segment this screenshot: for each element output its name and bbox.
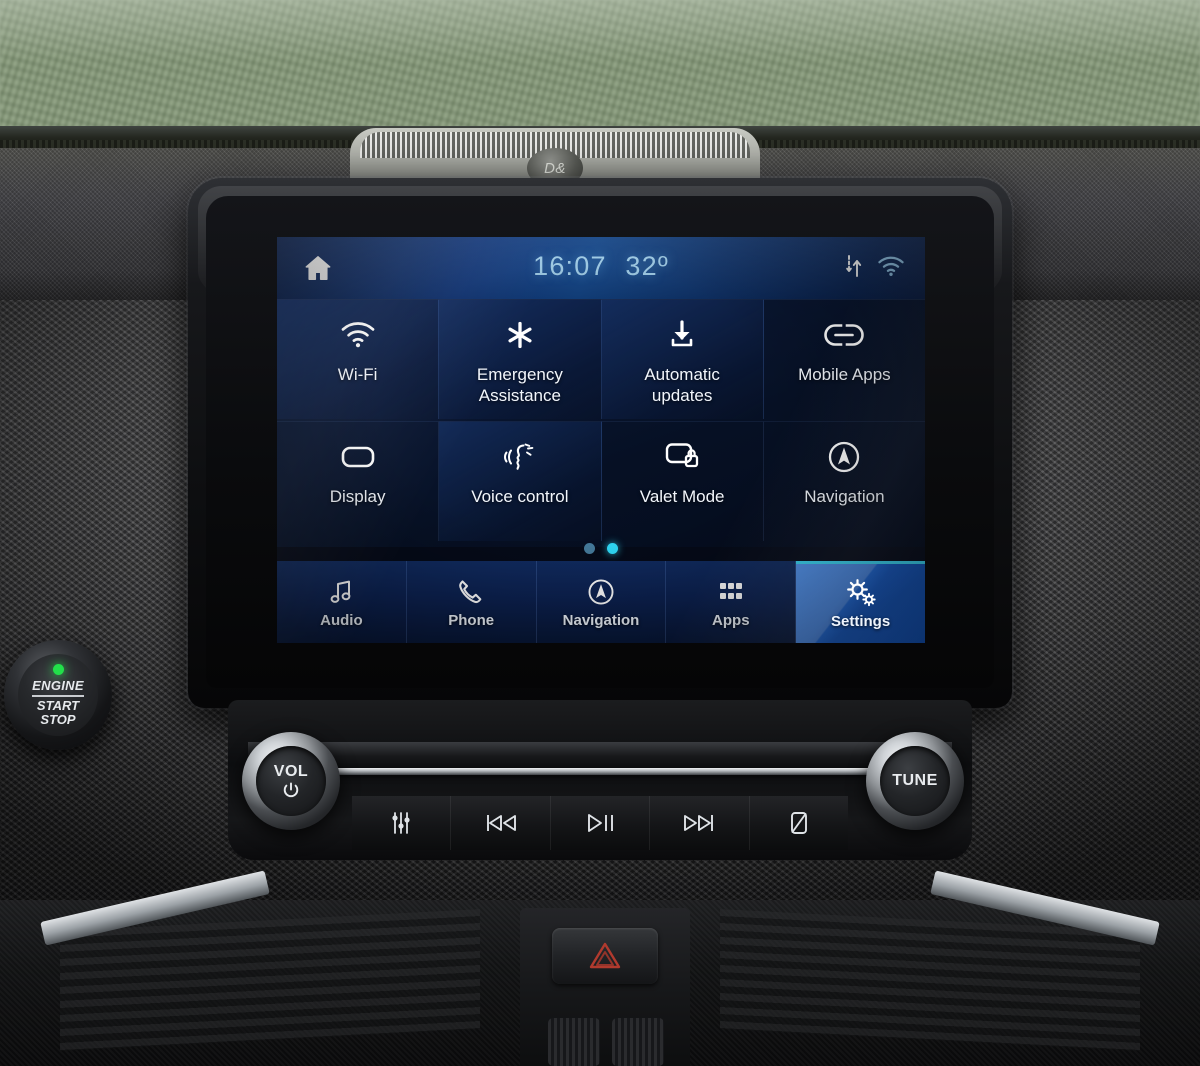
tune-knob[interactable]: TUNE: [866, 732, 964, 830]
music-note-icon: [329, 576, 353, 608]
settings-row-1: Wi-Fi Emergency Assistance Automatic upd…: [277, 299, 925, 419]
engine-start-label: START: [36, 697, 80, 713]
nav-item-label: Navigation: [562, 611, 640, 629]
hazard-warning-button[interactable]: [552, 928, 658, 984]
volume-knob-label: VOL: [273, 763, 309, 780]
home-icon[interactable]: [303, 253, 333, 283]
nav-item-label: Settings: [830, 613, 891, 630]
engine-start-stop-button[interactable]: ENGINE START STOP: [4, 640, 112, 750]
power-icon: [283, 782, 299, 798]
settings-tile-label: Valet Mode: [639, 487, 725, 506]
equalizer-icon: [392, 812, 410, 834]
settings-row-2: Display Voice control Valet Mode Navigat…: [277, 421, 925, 541]
nav-item-label: Phone: [448, 611, 495, 629]
nav-item-navigation[interactable]: Navigation: [536, 561, 667, 643]
nav-item-phone[interactable]: Phone: [406, 561, 537, 643]
grid-icon: [718, 576, 744, 608]
next-track-button[interactable]: [650, 796, 750, 850]
play-pause-button[interactable]: [550, 796, 651, 850]
settings-tile-grid: Wi-Fi Emergency Assistance Automatic upd…: [277, 299, 925, 547]
skip-forward-icon: [684, 815, 714, 831]
wifi-icon: [340, 314, 376, 356]
engine-status-led: [52, 663, 64, 675]
star-of-life-icon: [504, 314, 536, 356]
console-chrome-strip: [248, 768, 952, 775]
settings-tile-voice-control[interactable]: Voice control: [439, 421, 602, 541]
screen-off-button[interactable]: [749, 796, 849, 850]
media-button-row: [352, 796, 849, 850]
engine-label: ENGINE: [32, 677, 84, 693]
settings-tile-label: Voice control: [471, 487, 569, 506]
status-bar: 16:07 32º: [277, 237, 925, 299]
console-gloss-band: [248, 742, 952, 768]
settings-tile-label: Navigation: [804, 487, 885, 506]
infotainment-screen[interactable]: 16:07 32º Wi-Fi Emergency Assistance Aut…: [277, 237, 925, 643]
wifi-icon: [877, 255, 905, 282]
data-transfer-icon: [843, 253, 863, 284]
hazard-triangle-icon: [589, 942, 621, 969]
previous-track-button[interactable]: [451, 796, 551, 850]
page-indicator: [277, 537, 925, 559]
windscreen-haze: [0, 0, 1200, 60]
tune-knob-face: TUNE: [880, 746, 950, 816]
lower-vent-right: [720, 908, 1140, 1052]
settings-tile-label: Emergency Assistance: [476, 365, 563, 405]
status-icons: [843, 253, 905, 284]
bottom-nav-bar: Audio Phone Navigation Apps Settings: [277, 561, 925, 643]
page-dot-1[interactable]: [584, 542, 595, 554]
clock-temperature: 16:07 32º: [277, 251, 925, 282]
skip-back-icon: [486, 815, 516, 831]
settings-tile-navigation[interactable]: Navigation: [763, 421, 925, 541]
settings-tile-display[interactable]: Display: [277, 421, 440, 541]
link-icon: [823, 314, 865, 356]
console-switch-right[interactable]: [612, 1018, 664, 1066]
lower-vent-left: [60, 908, 480, 1052]
voice-icon: [503, 436, 537, 478]
engine-stop-label: STOP: [40, 711, 76, 727]
settings-tile-mobile-apps[interactable]: Mobile Apps: [763, 299, 925, 419]
nav-item-label: Apps: [712, 611, 750, 629]
phone-icon: [458, 576, 484, 608]
play-pause-icon: [588, 814, 613, 832]
gears-icon: [845, 577, 877, 609]
temperature-value: 32º: [625, 251, 669, 281]
compass-arrow-icon: [827, 436, 861, 478]
nav-item-label: Audio: [320, 611, 363, 629]
engine-divider: [32, 694, 84, 697]
page-dot-2[interactable]: [607, 542, 618, 554]
nav-item-apps[interactable]: Apps: [666, 561, 797, 643]
screen-off-icon: [790, 812, 807, 834]
console-switch-left[interactable]: [548, 1018, 600, 1066]
settings-tile-emergency-assistance[interactable]: Emergency Assistance: [439, 299, 602, 419]
settings-tile-label: Display: [329, 487, 386, 506]
settings-tile-automatic-updates[interactable]: Automatic updates: [601, 299, 764, 419]
nav-item-settings[interactable]: Settings: [796, 561, 925, 643]
settings-tile-valet-mode[interactable]: Valet Mode: [601, 421, 764, 541]
settings-tile-label: Automatic updates: [644, 365, 720, 405]
screen-icon: [340, 436, 376, 478]
settings-tile-wifi[interactable]: Wi-Fi: [277, 299, 440, 419]
settings-tile-label: Mobile Apps: [798, 365, 891, 384]
tune-knob-label: TUNE: [892, 772, 938, 789]
nav-item-audio[interactable]: Audio: [277, 561, 407, 643]
audio-settings-button[interactable]: [352, 796, 452, 850]
screen-lock-icon: [664, 436, 700, 478]
download-icon: [667, 314, 697, 356]
compass-arrow-icon: [587, 576, 615, 608]
volume-knob-face: VOL: [256, 746, 326, 816]
infotainment-scene: D& 16:07 32º Wi-Fi Emergency Assistance …: [0, 0, 1200, 1066]
settings-tile-label: Wi-Fi: [337, 365, 378, 384]
clock-value: 16:07: [533, 251, 607, 281]
engine-button-face: ENGINE START STOP: [18, 654, 98, 736]
volume-knob[interactable]: VOL: [242, 732, 340, 830]
